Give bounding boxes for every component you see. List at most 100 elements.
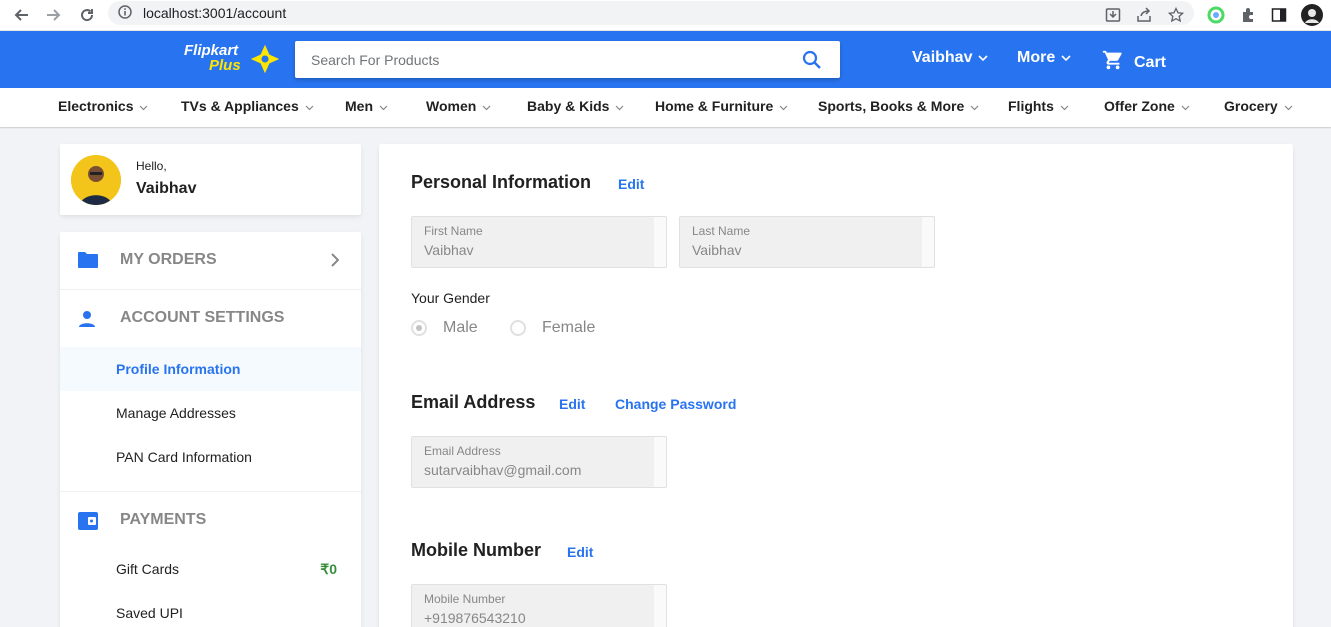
radio-selected-icon: [411, 320, 427, 336]
category-women[interactable]: Women: [426, 98, 491, 114]
last-name-field[interactable]: Last Name Vaibhav: [679, 216, 935, 268]
person-icon: [77, 309, 97, 334]
install-icon[interactable]: [1101, 3, 1125, 27]
cart-link[interactable]: Cart: [1102, 49, 1166, 76]
cart-icon: [1102, 49, 1124, 76]
wallet-icon: [77, 511, 99, 536]
chevron-down-icon: [305, 98, 314, 114]
category-label: Flights: [1008, 98, 1054, 114]
gender-radio-female[interactable]: Female: [510, 319, 595, 337]
category-grocery[interactable]: Grocery: [1224, 98, 1293, 114]
sidebar-item-label: Profile Information: [116, 361, 241, 377]
user-menu[interactable]: Vaibhav: [912, 49, 989, 67]
category-bar: Electronics TVs & Appliances Men Women B…: [0, 88, 1331, 127]
category-label: Electronics: [58, 98, 134, 114]
user-menu-label: Vaibhav: [912, 49, 973, 66]
email-edit-link[interactable]: Edit: [559, 396, 585, 412]
last-name-value: Vaibhav: [692, 242, 742, 258]
search-icon[interactable]: [802, 50, 822, 75]
my-orders-label: MY ORDERS: [120, 251, 217, 268]
share-icon[interactable]: [1132, 3, 1156, 27]
chevron-down-icon: [379, 98, 388, 114]
chevron-down-icon: [978, 49, 989, 67]
category-flights[interactable]: Flights: [1008, 98, 1069, 114]
category-label: TVs & Appliances: [181, 98, 299, 114]
payments-label: PAYMENTS: [120, 511, 207, 528]
more-menu-label: More: [1017, 49, 1056, 66]
sidebar-item-gift-cards[interactable]: Gift Cards ₹0: [60, 547, 361, 591]
sidepanel-icon[interactable]: [1267, 3, 1291, 27]
extension-icon[interactable]: [1204, 3, 1228, 27]
chevron-down-icon: [1284, 98, 1293, 114]
category-baby-kids[interactable]: Baby & Kids: [527, 98, 624, 114]
email-value: sutarvaibhav@gmail.com: [424, 462, 582, 478]
gift-card-balance: ₹0: [320, 561, 337, 577]
chevron-down-icon: [779, 98, 788, 114]
chevron-down-icon: [1181, 98, 1190, 114]
mobile-value: +919876543210: [424, 610, 526, 626]
gender-option-label: Male: [443, 319, 478, 336]
search-input[interactable]: [311, 41, 791, 78]
category-men[interactable]: Men: [345, 98, 388, 114]
my-orders-link[interactable]: MY ORDERS: [60, 232, 361, 289]
more-menu[interactable]: More: [1017, 49, 1071, 67]
sidebar-item-profile-information[interactable]: Profile Information: [60, 347, 361, 391]
chevron-down-icon: [139, 98, 148, 114]
site-header: Flipkart Plus Vaibhav More Cart: [0, 31, 1331, 88]
star-icon[interactable]: [1164, 3, 1188, 27]
user-name: Vaibhav: [136, 180, 197, 197]
profile-icon[interactable]: [1300, 3, 1324, 27]
info-icon[interactable]: [118, 5, 132, 24]
category-home-furniture[interactable]: Home & Furniture: [655, 98, 788, 114]
mobile-title: Mobile Number: [411, 540, 542, 560]
category-electronics[interactable]: Electronics: [58, 98, 148, 114]
radio-unselected-icon: [510, 320, 526, 336]
category-offer-zone[interactable]: Offer Zone: [1104, 98, 1190, 114]
last-name-label: Last Name: [692, 224, 751, 238]
category-label: Men: [345, 98, 373, 114]
chevron-down-icon: [482, 98, 491, 114]
logo[interactable]: Flipkart Plus: [184, 43, 284, 77]
change-password-link[interactable]: Change Password: [615, 396, 736, 412]
category-label: Home & Furniture: [655, 98, 774, 114]
category-sports-books[interactable]: Sports, Books & More: [818, 98, 979, 114]
puzzle-icon[interactable]: [1236, 3, 1260, 27]
first-name-label: First Name: [424, 224, 483, 238]
email-label: Email Address: [424, 444, 501, 458]
account-settings-header: ACCOUNT SETTINGS: [60, 290, 361, 347]
forward-icon[interactable]: [42, 3, 66, 27]
category-label: Women: [426, 98, 477, 114]
first-name-field[interactable]: First Name Vaibhav: [411, 216, 667, 268]
category-label: Sports, Books & More: [818, 98, 965, 114]
back-icon[interactable]: [9, 3, 33, 27]
sidebar-item-label: Gift Cards: [116, 561, 180, 577]
avatar: [71, 155, 121, 205]
sidebar-item-manage-addresses[interactable]: Manage Addresses: [60, 391, 361, 435]
personal-edit-link[interactable]: Edit: [618, 176, 644, 192]
plus-star-icon: [250, 44, 280, 79]
folder-icon: [77, 251, 99, 274]
email-field[interactable]: Email Address sutarvaibhav@gmail.com: [411, 436, 667, 488]
chevron-down-icon: [615, 98, 624, 114]
search-box: [295, 41, 840, 78]
mobile-field[interactable]: Mobile Number +919876543210: [411, 584, 667, 627]
sidebar-item-saved-upi[interactable]: Saved UPI: [60, 591, 361, 627]
category-label: Grocery: [1224, 98, 1278, 114]
category-tvs-appliances[interactable]: TVs & Appliances: [181, 98, 314, 114]
address-bar[interactable]: localhost:3001/account: [108, 1, 1194, 25]
chevron-down-icon: [1061, 49, 1071, 67]
first-name-value: Vaibhav: [424, 242, 474, 258]
mobile-label: Mobile Number: [424, 592, 506, 606]
reload-icon[interactable]: [75, 3, 99, 27]
chevron-right-icon: [331, 253, 340, 272]
mobile-edit-link[interactable]: Edit: [567, 544, 593, 560]
sidebar-item-label: Manage Addresses: [116, 405, 236, 421]
logo-text: Flipkart: [184, 42, 239, 59]
sidebar-item-label: PAN Card Information: [116, 449, 252, 465]
sidebar-item-label: Saved UPI: [116, 605, 183, 621]
sidebar-item-pan-card[interactable]: PAN Card Information: [60, 435, 361, 479]
cart-label: Cart: [1134, 53, 1167, 71]
logo-plus-text: Plus: [209, 57, 241, 74]
url-text: localhost:3001/account: [143, 5, 287, 21]
gender-radio-male[interactable]: Male: [411, 319, 478, 337]
